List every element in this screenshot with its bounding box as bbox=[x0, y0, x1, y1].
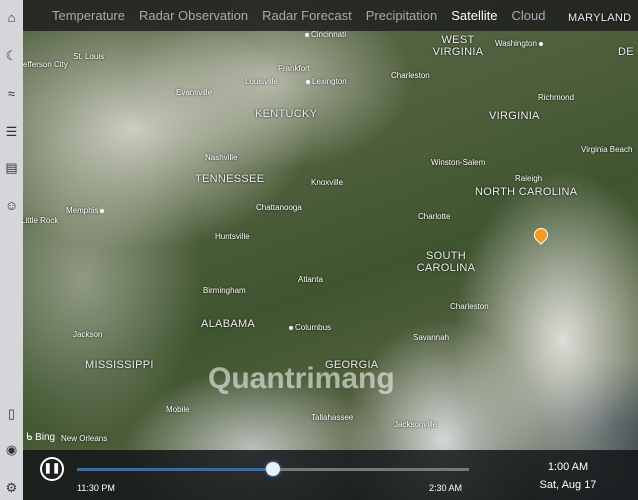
city-label: Columbus bbox=[289, 323, 331, 332]
news-icon[interactable]: ▤ bbox=[0, 156, 23, 180]
state-label: WEST VIRGINIA bbox=[432, 34, 484, 58]
pause-button[interactable]: ❚❚ bbox=[40, 457, 64, 481]
city-label: Evansville bbox=[176, 88, 213, 97]
city-label: Nashville bbox=[205, 153, 238, 162]
timeline-start-label: 11:30 PM bbox=[77, 483, 115, 493]
state-label: DE bbox=[618, 46, 634, 58]
city-label: Charleston bbox=[391, 71, 430, 80]
city-label: Lexington bbox=[306, 77, 347, 86]
state-label: MARYLAND bbox=[568, 12, 632, 24]
city-label: Charlotte bbox=[418, 212, 451, 221]
city-label: Frankfort bbox=[278, 64, 311, 73]
list-icon[interactable]: ☰ bbox=[0, 120, 23, 144]
sidebar: ⌂ ☾ ≈ ☰ ▤ ☺ ▯ ◉ ⚙ bbox=[0, 0, 23, 500]
timeline-progress bbox=[77, 468, 273, 471]
city-label: Raleigh bbox=[515, 174, 543, 183]
city-label: Virginia Beach bbox=[581, 145, 633, 154]
city-label: Winston-Salem bbox=[431, 158, 486, 167]
city-label: New Orleans bbox=[61, 434, 108, 443]
city-label: Tallahassee bbox=[311, 413, 354, 422]
tab-cloud[interactable]: Cloud bbox=[512, 8, 546, 23]
satellite-map[interactable]: KENTUCKY TENNESSEE WEST VIRGINIA VIRGINI… bbox=[23, 0, 638, 500]
smiley-icon[interactable]: ☺ bbox=[0, 194, 23, 218]
city-label: Jackson bbox=[73, 330, 103, 339]
city-label: Cincinnati bbox=[305, 30, 346, 39]
pause-icon: ❚❚ bbox=[43, 463, 61, 474]
user-icon[interactable]: ◉ bbox=[0, 438, 23, 462]
city-label: Washington bbox=[495, 39, 545, 48]
radar-icon[interactable]: ☾ bbox=[0, 44, 23, 68]
timeline-end-label: 2:30 AM bbox=[429, 483, 463, 493]
state-label: MISSISSIPPI bbox=[85, 359, 154, 371]
location-pin-icon[interactable] bbox=[531, 225, 551, 245]
city-label: Louisville bbox=[245, 77, 278, 86]
tab-precipitation[interactable]: Precipitation bbox=[366, 8, 438, 23]
bing-icon: ᑲ bbox=[26, 432, 36, 443]
state-label: KENTUCKY bbox=[255, 108, 318, 120]
city-label: Richmond bbox=[538, 93, 575, 102]
city-label: St. Louis bbox=[73, 52, 105, 61]
state-label: NORTH CAROLINA bbox=[475, 186, 578, 198]
current-time: 1:00 AM bbox=[547, 461, 589, 473]
tab-radar-forecast[interactable]: Radar Forecast bbox=[262, 8, 352, 23]
current-date: Sat, Aug 17 bbox=[539, 479, 597, 491]
city-label: Savannah bbox=[413, 333, 450, 342]
layer-tabs: Temperature Radar Observation Radar Fore… bbox=[23, 0, 638, 31]
city-label: Atlanta bbox=[298, 275, 323, 284]
home-icon[interactable]: ⌂ bbox=[0, 6, 23, 30]
city-label: Huntsville bbox=[215, 232, 250, 241]
city-label: Jacksonville bbox=[394, 420, 438, 429]
gear-icon[interactable]: ⚙ bbox=[0, 476, 23, 500]
city-label: Birmingham bbox=[203, 286, 246, 295]
tab-radar-observation[interactable]: Radar Observation bbox=[139, 8, 248, 23]
tab-temperature[interactable]: Temperature bbox=[52, 8, 125, 23]
city-label: Chattanooga bbox=[256, 203, 302, 212]
city-label: Jefferson City bbox=[23, 60, 68, 69]
city-label: Knoxville bbox=[311, 178, 344, 187]
state-label: TENNESSEE bbox=[195, 173, 265, 185]
tablet-icon[interactable]: ▯ bbox=[0, 402, 23, 426]
city-label: Mobile bbox=[166, 405, 190, 414]
playback-bar: ❚❚ 11:30 PM 2:30 AM 1:00 AM Sat, Aug 17 bbox=[23, 450, 638, 500]
bing-logo: ᑲ Bing bbox=[26, 432, 56, 443]
state-label: VIRGINIA bbox=[489, 110, 540, 122]
city-label: Little Rock bbox=[23, 216, 59, 225]
wave-icon[interactable]: ≈ bbox=[0, 82, 23, 106]
city-label: Charleston bbox=[450, 302, 489, 311]
timeline-thumb[interactable] bbox=[266, 462, 280, 476]
state-label: SOUTH CAROLINA bbox=[416, 250, 476, 274]
city-label: Memphis bbox=[66, 206, 106, 215]
tab-satellite[interactable]: Satellite bbox=[451, 8, 497, 23]
state-label: ALABAMA bbox=[201, 318, 256, 330]
watermark: Quantrimang bbox=[208, 362, 395, 395]
timeline-slider[interactable] bbox=[77, 462, 469, 476]
